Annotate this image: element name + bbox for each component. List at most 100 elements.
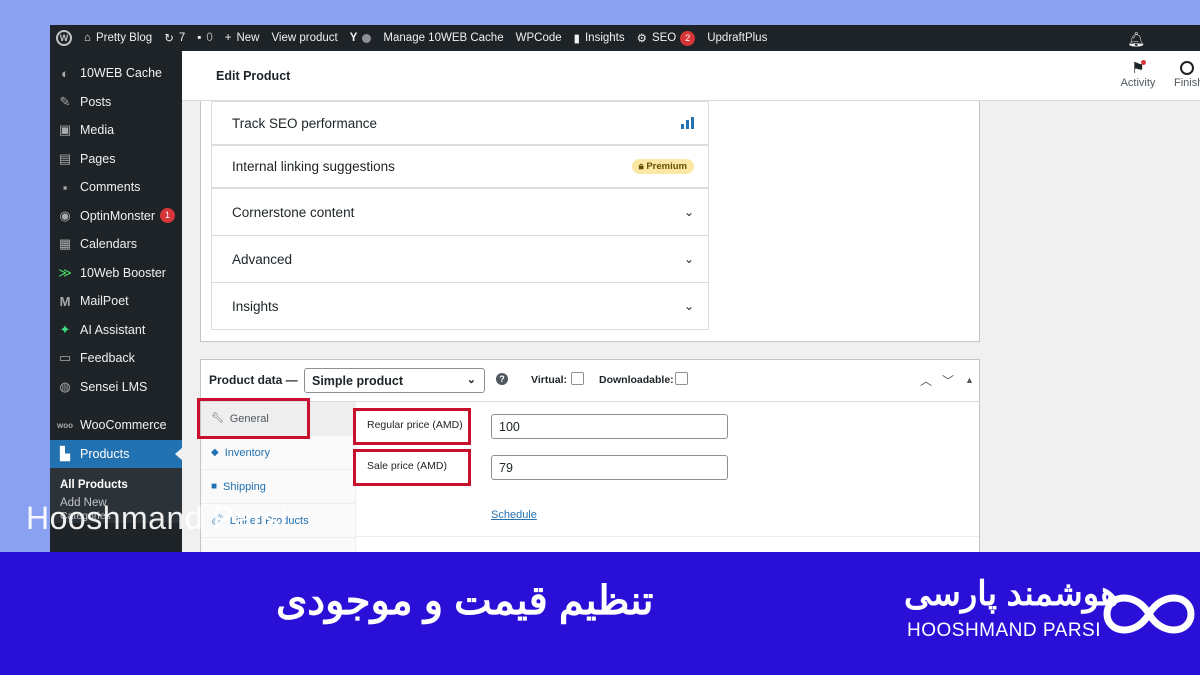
help-icon[interactable]: ? <box>496 373 508 385</box>
notification-bell-icon[interactable]: 🔔︎ <box>1127 31 1145 48</box>
feedback-icon: ▭ <box>58 350 72 366</box>
sidebar-item-products[interactable]: ▙ Products <box>50 439 183 468</box>
sidebar-item-label: Feedback <box>80 351 135 366</box>
premium-badge: 🔒︎ Premium <box>631 159 694 174</box>
yoast-row-advanced[interactable]: Advanced ⌄ <box>211 235 709 283</box>
new-label: New <box>236 32 260 44</box>
sidebar-item-label: Comments <box>80 180 141 195</box>
updraftplus-label: UpdraftPlus <box>707 32 768 44</box>
chevron-down-icon: ⌄ <box>683 205 694 219</box>
new-content-link[interactable]: + New <box>219 25 266 51</box>
manage-cache-label: Manage 10WEB Cache <box>383 32 504 44</box>
wpcode-label: WPCode <box>515 32 562 44</box>
sidebar-item-label: AI Assistant <box>80 322 146 337</box>
view-product-link[interactable]: View product <box>265 25 343 51</box>
sidebar-item-media[interactable]: ▣ Media <box>50 116 182 145</box>
yoast-row-internal-linking[interactable]: Internal linking suggestions 🔒︎ Premium <box>211 145 709 188</box>
sidebar-item-posts[interactable]: ✎ Posts <box>50 88 182 117</box>
submenu-all-products[interactable]: All Products <box>50 474 182 496</box>
product-type-select[interactable]: Simple product ⌄ <box>304 368 485 393</box>
sidebar-item-pages[interactable]: ▤ Pages <box>50 145 182 174</box>
yoast-row-cornerstone[interactable]: Cornerstone content ⌄ <box>211 188 709 236</box>
finish-label: Finish <box>1174 77 1200 89</box>
status-dot-icon <box>362 33 372 43</box>
tab-label: Inventory <box>224 446 270 459</box>
sidebar-item-woocommerce[interactable]: woo WooCommerce <box>50 411 182 440</box>
collapse-toggle-icon[interactable]: ▲ <box>965 375 974 385</box>
chevron-down-icon: ⌄ <box>466 374 476 386</box>
lock-icon: 🔒︎ <box>638 161 644 172</box>
product-type-value: Simple product <box>312 374 403 388</box>
schedule-link[interactable]: Schedule <box>491 509 537 521</box>
refresh-icon: ↻ <box>164 33 174 45</box>
activity-label: Activity <box>1120 77 1156 89</box>
updates-count: 7 <box>178 32 186 44</box>
calendar-icon: ▦ <box>58 236 72 252</box>
sidebar-item-label: Media <box>80 123 115 138</box>
sidebar-item-sensei-lms[interactable]: ◍ Sensei LMS <box>50 373 182 402</box>
finish-setup-button[interactable]: Finish <box>1174 59 1200 89</box>
updates-link[interactable]: ↻ 7 <box>158 25 191 51</box>
virtual-label: Virtual: <box>531 374 567 386</box>
wordpress-logo-button[interactable]: W <box>50 25 78 51</box>
activity-button[interactable]: ⚑ Activity <box>1116 59 1160 89</box>
sidebar-item-label: Posts <box>80 94 112 109</box>
sidebar-item-10web-booster[interactable]: ≫ 10Web Booster <box>50 259 182 288</box>
admin-bar: W ⌂ Pretty Blog ↻ 7 ▪ 0 + New View produ… <box>50 25 1200 51</box>
yoast-row-track-seo[interactable]: Track SEO performance <box>211 101 709 145</box>
insights-label: Insights <box>584 32 625 44</box>
sale-price-input[interactable] <box>491 455 728 480</box>
comments-count: 0 <box>206 32 213 44</box>
sidebar-item-feedback[interactable]: ▭ Feedback <box>50 344 182 373</box>
comments-icon: ▪ <box>62 179 68 195</box>
sparkle-icon: ✦ <box>59 321 71 337</box>
booster-icon: ≫ <box>58 264 72 280</box>
sidebar-item-label: 10WEB Cache <box>80 66 162 81</box>
screenshot-frame: W ⌂ Pretty Blog ↻ 7 ▪ 0 + New View produ… <box>50 25 1200 552</box>
sidebar-item-label: WooCommerce <box>80 418 167 433</box>
yoast-row-label: Insights <box>232 298 279 314</box>
manage-cache-link[interactable]: Manage 10WEB Cache <box>377 25 509 51</box>
virtual-checkbox[interactable] <box>571 372 584 385</box>
sidebar-item-calendars[interactable]: ▦ Calendars <box>50 230 182 259</box>
comment-bubble-icon: ▪ <box>197 32 202 44</box>
tab-inventory[interactable]: ◆ Inventory <box>201 436 355 470</box>
edit-product-header: Edit Product ⚑ Activity Finish <box>182 51 1200 101</box>
sidebar-item-mailpoet[interactable]: M MailPoet <box>50 287 182 316</box>
media-icon: ▣ <box>58 122 72 138</box>
yoast-row-insights[interactable]: Insights ⌄ <box>211 282 709 330</box>
insights-link[interactable]: ▮ Insights <box>568 25 631 51</box>
wpcode-link[interactable]: WPCode <box>510 25 568 51</box>
sidebar-item-comments[interactable]: ▪ Comments <box>50 173 182 202</box>
comments-link[interactable]: ▪ 0 <box>191 25 218 51</box>
sidebar-item-ai-assistant[interactable]: ✦ AI Assistant <box>50 316 182 345</box>
sidebar-item-10web-cache[interactable]: ◐ 10WEB Cache <box>50 59 182 88</box>
sidebar-item-optinmonster[interactable]: ◉ OptinMonster 1 <box>50 202 182 231</box>
regular-price-input[interactable] <box>491 414 728 439</box>
yoast-icon: Y <box>349 32 358 44</box>
wordpress-icon: W <box>56 30 72 46</box>
brand-name-fa: هوشمند پارسی <box>904 575 1119 613</box>
flag-icon: ⚑ <box>1116 59 1160 77</box>
mailpoet-icon: M <box>59 293 71 309</box>
yoast-seo-panel: Track SEO performance Internal linking s… <box>200 101 980 342</box>
sidebar-item-label: Sensei LMS <box>80 379 148 394</box>
woo-icon: woo <box>57 420 73 430</box>
highlight-sale-price <box>353 449 471 486</box>
yoast-menu[interactable]: Y <box>344 25 378 51</box>
brand-name-en: HOOSHMAND PARSI <box>907 620 1102 641</box>
move-up-icon[interactable]: ︿ <box>920 372 932 389</box>
tab-shipping[interactable]: ■ Shipping <box>201 470 355 504</box>
bar-chart-icon <box>681 117 694 129</box>
move-down-icon[interactable]: ﹀ <box>942 372 954 389</box>
site-name: Pretty Blog <box>95 32 153 44</box>
yoast-row-label: Cornerstone content <box>232 204 355 220</box>
site-name-link[interactable]: ⌂ Pretty Blog <box>78 25 158 51</box>
progress-ring-icon <box>1180 61 1194 75</box>
banner-title: تنظیم قیمت و موجودی <box>276 579 654 623</box>
seo-link[interactable]: ⚙ SEO 2 <box>631 25 702 51</box>
pages-icon: ▤ <box>58 150 72 166</box>
seo-badge: 2 <box>680 30 696 46</box>
updraftplus-link[interactable]: UpdraftPlus <box>701 25 773 51</box>
downloadable-checkbox[interactable] <box>675 372 688 385</box>
